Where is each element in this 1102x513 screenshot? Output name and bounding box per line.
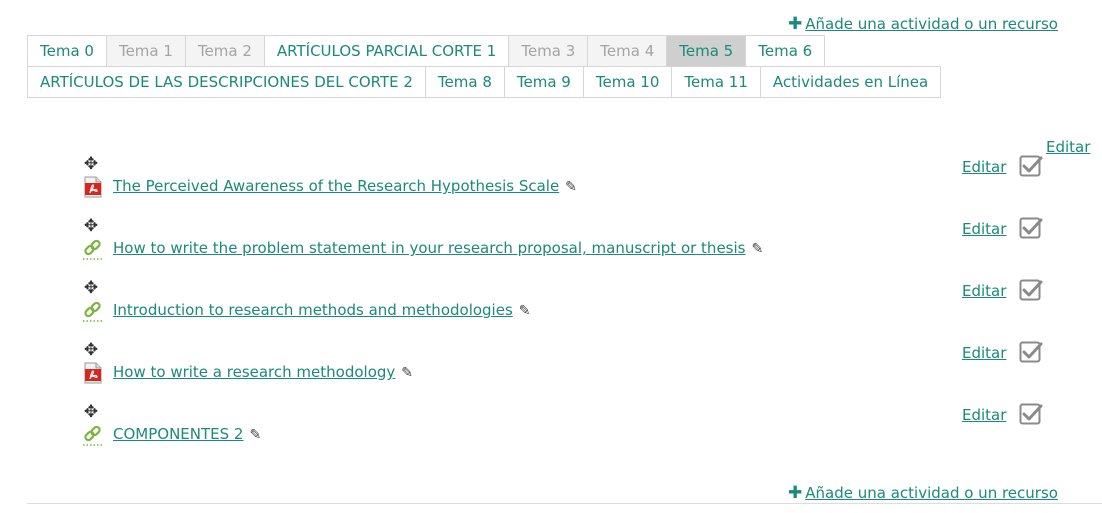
pdf-file-icon: [82, 362, 104, 384]
completion-checkbox-icon[interactable]: [1019, 217, 1043, 241]
activity-edit-link[interactable]: Editar: [962, 282, 1006, 300]
activity-name[interactable]: How to write the problem statement in yo…: [113, 239, 745, 257]
activity-link[interactable]: COMPONENTES 2 ✎: [113, 425, 261, 443]
activity-name[interactable]: How to write a research methodology: [113, 363, 395, 381]
tab-tema-6[interactable]: Tema 6: [745, 35, 826, 67]
add-activity-label[interactable]: Añade una actividad o un recurso: [805, 15, 1058, 33]
url-link-icon: [82, 238, 104, 260]
pencil-icon[interactable]: ✎: [249, 427, 261, 443]
tab-artículos-parcial-corte-1[interactable]: ARTÍCULOS PARCIAL CORTE 1: [263, 35, 510, 67]
plus-icon: ✚: [788, 482, 803, 503]
activity-item: ✥ COMPONENTES 2 ✎ Editar: [82, 403, 1052, 453]
completion-checkbox-icon[interactable]: [1019, 155, 1043, 179]
tab-tema-8[interactable]: Tema 8: [424, 66, 505, 98]
pencil-icon[interactable]: ✎: [519, 303, 531, 319]
activity-link[interactable]: How to write a research methodology ✎: [113, 363, 413, 381]
tab-tema-0[interactable]: Tema 0: [27, 35, 107, 67]
add-activity-link-bottom[interactable]: ✚ Añade una actividad o un recurso: [788, 484, 1058, 502]
activity-edit-link[interactable]: Editar: [962, 220, 1006, 238]
activity-edit-link[interactable]: Editar: [962, 406, 1006, 424]
add-activity-link-top[interactable]: ✚ Añade una actividad o un recurso: [788, 15, 1058, 33]
tab-tema-5[interactable]: Tema 5: [666, 35, 747, 67]
activity-name[interactable]: COMPONENTES 2: [113, 425, 243, 443]
activity-item: ✥ How to write the problem statement in y…: [82, 217, 1052, 267]
move-icon[interactable]: ✥: [82, 279, 100, 297]
url-link-icon: [82, 424, 104, 446]
section-tabs: Tema 0 Tema 1 Tema 2 ARTÍCULOS PARCIAL CORT…: [27, 35, 987, 98]
tab-tema-2[interactable]: Tema 2: [184, 35, 265, 67]
completion-checkbox-icon[interactable]: [1019, 279, 1043, 303]
activity-item: ✥ Introduction to research methods and me…: [82, 279, 1052, 329]
completion-checkbox-icon[interactable]: [1019, 403, 1043, 427]
tab-row-1: Tema 0 Tema 1 Tema 2 ARTÍCULOS PARCIAL CORT…: [27, 35, 987, 67]
activity-item: ✥ How to write a research methodology ✎ Edi…: [82, 341, 1052, 391]
activity-link[interactable]: The Perceived Awareness of the Research …: [113, 177, 577, 195]
add-activity-label[interactable]: Añade una actividad o un recurso: [805, 484, 1058, 502]
move-icon[interactable]: ✥: [82, 403, 100, 421]
activity-edit-link[interactable]: Editar: [962, 344, 1006, 362]
tab-row-2: ARTÍCULOS DE LAS DESCRIPCIONES DEL CORTE…: [27, 66, 987, 98]
pdf-file-icon: [82, 176, 104, 198]
url-link-icon: [82, 300, 104, 322]
tab-artículos-de-las-descripciones-del-corte-2[interactable]: ARTÍCULOS DE LAS DESCRIPCIONES DEL CORTE…: [27, 66, 426, 98]
activity-link[interactable]: How to write the problem statement in yo…: [113, 239, 763, 257]
section-edit-link[interactable]: Editar: [1046, 138, 1090, 156]
move-icon[interactable]: ✥: [82, 155, 100, 173]
activity-name[interactable]: The Perceived Awareness of the Research …: [113, 177, 559, 195]
plus-icon: ✚: [788, 13, 803, 34]
activity-link[interactable]: Introduction to research methods and met…: [113, 301, 531, 319]
activity-item: ✥ The Perceived Awareness of the Research…: [82, 155, 1052, 205]
completion-checkbox-icon[interactable]: [1019, 341, 1043, 365]
move-icon[interactable]: ✥: [82, 341, 100, 359]
activity-name[interactable]: Introduction to research methods and met…: [113, 301, 513, 319]
tab-tema-9[interactable]: Tema 9: [503, 66, 584, 98]
tab-actividades-en-línea[interactable]: Actividades en Línea: [759, 66, 942, 98]
tab-tema-3[interactable]: Tema 3: [508, 35, 589, 67]
section-divider: [27, 503, 1102, 504]
tab-tema-10[interactable]: Tema 10: [582, 66, 673, 98]
tab-tema-11[interactable]: Tema 11: [671, 66, 761, 98]
tab-tema-4[interactable]: Tema 4: [587, 35, 668, 67]
pencil-icon[interactable]: ✎: [565, 179, 577, 195]
pencil-icon[interactable]: ✎: [401, 365, 413, 381]
pencil-icon[interactable]: ✎: [751, 241, 763, 257]
activity-edit-link[interactable]: Editar: [962, 158, 1006, 176]
move-icon[interactable]: ✥: [82, 217, 100, 235]
tab-tema-1[interactable]: Tema 1: [105, 35, 186, 67]
